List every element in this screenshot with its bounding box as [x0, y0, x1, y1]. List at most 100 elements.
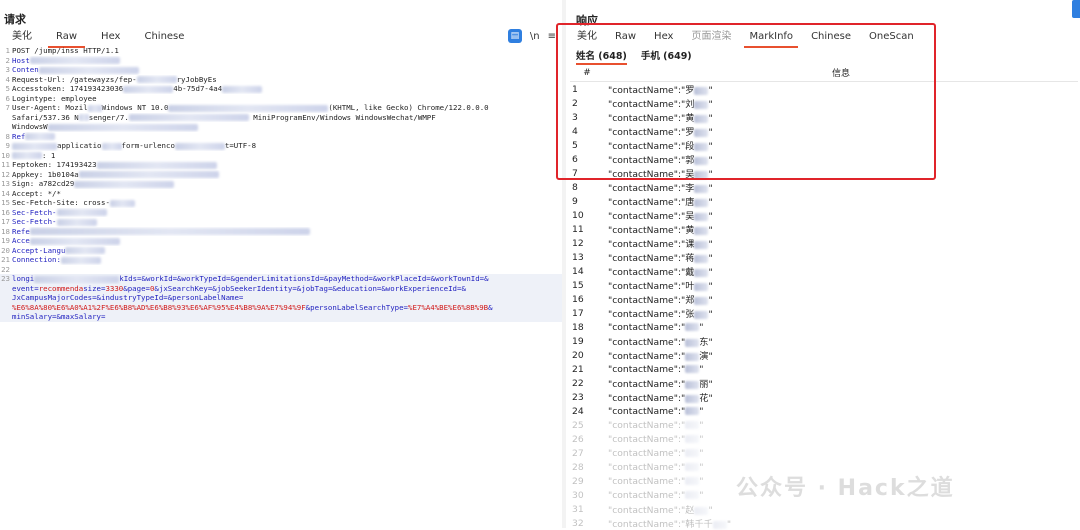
row-value: "contactName":"罗 [608, 127, 695, 138]
table-row[interactable]: 13 "contactName":"蒋 " [570, 250, 1078, 265]
response-tab-3[interactable]: 页面渲染 [682, 30, 740, 46]
table-row[interactable]: 5 "contactName":"段 " [570, 138, 1078, 153]
table-row[interactable]: 21 "contactName":" " [570, 362, 1078, 376]
redacted-text [56, 218, 97, 226]
code-line: Safari/537.36 N senger/7. MiniProgramEnv/… [0, 113, 562, 123]
code-token: kIds=&workId=&workTypeId=&genderLimitati… [119, 274, 489, 283]
code-token: ryJobByEs [176, 74, 217, 84]
row-index: 23 [572, 391, 584, 403]
table-row[interactable]: 12 "contactName":"课 " [570, 236, 1078, 251]
response-tab-0[interactable]: 美化 [568, 30, 606, 46]
table-row[interactable]: 23 "contactName":" 花" [570, 390, 1078, 405]
line-number: 6 [5, 93, 10, 103]
table-row[interactable]: 26 "contactName":" " [570, 432, 1078, 446]
line-number [0, 284, 12, 294]
row-info: "contactName":"李 " [606, 180, 1078, 194]
table-row[interactable]: 11 "contactName":"黄 " [570, 222, 1078, 237]
table-row[interactable]: 7 "contactName":"吴 " [570, 166, 1078, 181]
response-tab-4[interactable]: MarkInfo [740, 30, 802, 48]
redacted-text [685, 491, 700, 499]
request-title: 请求 [4, 13, 26, 26]
line-text: Acce [12, 236, 120, 246]
response-tab-5[interactable]: Chinese [802, 30, 860, 46]
table-row[interactable]: 9 "contactName":"唐 " [570, 194, 1078, 209]
menu-icon[interactable]: ≡ [548, 31, 556, 42]
table-row[interactable]: 17 "contactName":"张 " [570, 306, 1078, 321]
table-row[interactable]: 31 "contactName":"赵 " [570, 502, 1078, 517]
redacted-text [29, 57, 120, 64]
code-line: JxCampusMajorCodes=&industryTypeId=&pers… [0, 293, 562, 303]
code-token: size= [83, 283, 106, 293]
code-token: &page= [123, 283, 150, 293]
table-row[interactable]: 4 "contactName":"罗 " [570, 124, 1078, 139]
response-tab-6[interactable]: OneScan [860, 30, 923, 46]
line-number [0, 303, 12, 313]
table-row[interactable]: 16 "contactName":"郑 " [570, 292, 1078, 307]
row-index: 1 [572, 83, 578, 95]
code-line: 1 POST /jump/inss HTTP/1.1 [0, 46, 562, 56]
row-value-tail: " [708, 309, 713, 320]
code-token: senger/7. [88, 112, 129, 122]
table-row[interactable]: 25 "contactName":" " [570, 418, 1078, 432]
code-token: JxCampusMajorCodes=&industryTypeId=&pers… [12, 293, 244, 302]
redacted-text [56, 209, 107, 216]
response-tab-2[interactable]: Hex [645, 30, 682, 46]
row-value: "contactName":"唐 [608, 197, 695, 208]
line-text: Sec-Fetch-Site: cross- [12, 198, 135, 208]
table-row[interactable]: 10 "contactName":"吴 " [570, 208, 1078, 223]
request-tab-1[interactable]: Raw [44, 30, 89, 48]
code-token: Accesstoken: 174193423036 [12, 84, 124, 93]
wrap-toggle[interactable]: \n [530, 31, 540, 42]
table-row[interactable]: 27 "contactName":" " [570, 446, 1078, 460]
row-index: 14 [572, 265, 584, 277]
subtab-0[interactable]: 姓名 (648) [576, 48, 627, 65]
row-value-tail: " [708, 211, 713, 222]
row-value-tail: " [699, 321, 704, 333]
request-tab-2[interactable]: Hex [89, 30, 132, 46]
row-index: 22 [572, 377, 584, 389]
code-token: longi [12, 274, 35, 283]
row-index: 5 [572, 139, 578, 151]
redacted-text [694, 506, 709, 515]
redacted-text [25, 133, 56, 140]
table-row[interactable]: 1 "contactName":"罗 " [570, 82, 1078, 97]
column-header-info: 信息 [831, 69, 850, 79]
panel-toggle-icon[interactable] [1072, 0, 1080, 18]
line-text: Accept-Langu [12, 245, 106, 256]
table-row[interactable]: 24 "contactName":" " [570, 404, 1078, 418]
table-row[interactable]: 3 "contactName":"黄 " [570, 110, 1078, 125]
redacted-text [29, 237, 120, 245]
subtab-1[interactable]: 手机 (649) [641, 48, 692, 62]
table-row[interactable]: 8 "contactName":"李 " [570, 180, 1078, 195]
row-value-tail: " [708, 281, 713, 292]
code-token: 4b-75d7-4a4 [173, 84, 223, 93]
request-tab-3[interactable]: Chinese [132, 30, 196, 46]
line-number: 7 [5, 103, 10, 112]
redacted-text [136, 76, 177, 83]
row-value: "contactName":" [608, 351, 686, 362]
request-tabs: 美化 Raw Hex Chinese [0, 30, 196, 48]
table-row[interactable]: 20 "contactName":" 演" [570, 348, 1078, 363]
table-row[interactable]: 15 "contactName":"叶 " [570, 278, 1078, 293]
response-tab-1[interactable]: Raw [606, 30, 645, 46]
table-row[interactable]: 14 "contactName":"戴 " [570, 264, 1078, 279]
line-text: longi kIds=&workId=&workTypeId=&genderLim… [12, 274, 489, 284]
row-info: "contactName":"郑 " [606, 292, 1078, 306]
code-token: Accept-Langu [12, 245, 66, 255]
row-info: "contactName":"黄 " [606, 110, 1078, 124]
table-row[interactable]: 22 "contactName":" 丽" [570, 376, 1078, 391]
request-tab-0[interactable]: 美化 [0, 30, 44, 46]
format-icon[interactable]: ▤ [507, 29, 522, 43]
request-editor[interactable]: 1 POST /jump/inss HTTP/1.1 2 Host 3 Conten 4 Re… [0, 46, 562, 322]
line-text: Conten [12, 65, 139, 75]
table-row[interactable]: 2 "contactName":"刘 " [570, 96, 1078, 111]
line-number [0, 293, 12, 303]
row-value: "contactName":"黄 [608, 225, 695, 236]
table-row[interactable]: 18 "contactName":" " [570, 320, 1078, 334]
row-value-tail: " [708, 225, 713, 236]
table-row[interactable]: 6 "contactName":"郭 " [570, 152, 1078, 167]
table-row[interactable]: 19 "contactName":" 东" [570, 334, 1078, 349]
row-info: "contactName":"郭 " [606, 152, 1078, 166]
code-token: (KHTML, like Gecko) Chrome/122.0.0.0 [328, 103, 489, 112]
row-value-tail: " [708, 295, 713, 306]
